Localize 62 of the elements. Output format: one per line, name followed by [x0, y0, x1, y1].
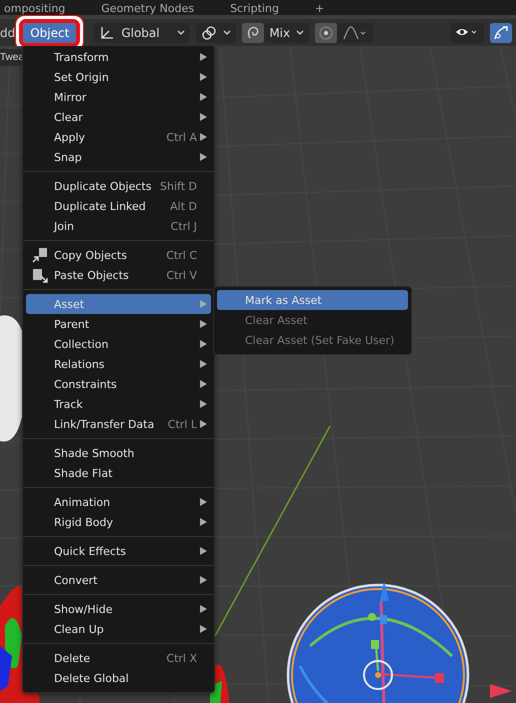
falloff-curve-dropdown[interactable] [337, 22, 374, 42]
workspace-tab[interactable]: ompositing [0, 2, 70, 15]
menu-item[interactable]: Show/Hide [26, 599, 211, 619]
chevron-icon [296, 30, 304, 36]
orientation-dropdown[interactable]: Global [94, 22, 190, 42]
add-menu[interactable]: dd [0, 26, 18, 40]
menu-item[interactable]: Convert [26, 570, 211, 590]
pivot-dropdown[interactable]: Mix [264, 22, 310, 42]
menu-item[interactable]: Shade Smooth [26, 443, 211, 463]
menu-item[interactable]: Constraints [26, 374, 211, 394]
menu-item[interactable]: Collection [26, 334, 211, 354]
menu-item[interactable]: Parent [26, 314, 211, 334]
snap-dropdown[interactable] [196, 22, 236, 42]
link-icon [201, 24, 218, 40]
shortcut-label: Ctrl X [166, 652, 197, 664]
menu-item[interactable]: Track [26, 394, 211, 414]
menu-item[interactable]: Shade Flat [26, 463, 211, 483]
shortcut-label: Ctrl A [166, 130, 197, 144]
shortcut-label: Shift D [160, 180, 197, 192]
menu-item[interactable]: Apply Ctrl A [26, 127, 211, 147]
menu-item[interactable]: Paste Objects Ctrl V [26, 265, 211, 285]
gizmo-toggle[interactable] [490, 22, 512, 42]
chevron-icon [177, 30, 186, 36]
workspace-tab[interactable]: Geometry Nodes [97, 2, 198, 15]
curve-icon [343, 26, 368, 40]
gizmo-icon [493, 24, 509, 40]
menu-item[interactable]: Rigid Body [26, 512, 211, 532]
menu-item[interactable]: Set Origin [26, 67, 211, 87]
copy-icon [32, 247, 48, 263]
shortcut-label: Alt D [170, 200, 197, 212]
workspace-tab[interactable]: + [311, 2, 328, 15]
menu-item[interactable]: Duplicate Linked Alt D [26, 196, 211, 216]
menu-item[interactable]: Link/Transfer Data Ctrl L [26, 414, 211, 434]
menu-item[interactable]: Relations [26, 354, 211, 374]
object-menu[interactable]: Object [23, 22, 76, 42]
menu-item[interactable]: Copy Objects Ctrl C [26, 245, 211, 265]
menu-item[interactable]: Asset [26, 294, 211, 314]
axes-icon [99, 24, 116, 40]
selectability-dropdown[interactable] [450, 22, 484, 42]
proportional-edit-button[interactable] [242, 22, 264, 42]
menu-item[interactable]: Delete Ctrl X [26, 648, 211, 668]
menu-item[interactable]: Clear [26, 107, 211, 127]
menu-item[interactable]: Mark as Asset [217, 290, 408, 310]
workspace-tab[interactable]: Scripting [226, 2, 283, 15]
shortcut-label: Ctrl J [170, 220, 197, 232]
menu-item[interactable]: Join Ctrl J [26, 216, 211, 236]
menu-item[interactable]: Snap [26, 147, 211, 167]
menu-item[interactable]: Mirror [26, 87, 211, 107]
spiral-icon [246, 26, 260, 40]
shortcut-label: Ctrl V [166, 268, 197, 282]
shortcut-label: Ctrl C [166, 248, 197, 262]
menu-item[interactable]: Quick Effects [26, 541, 211, 561]
menu-item[interactable]: Delete Global [26, 668, 211, 688]
chevron-icon [223, 30, 232, 36]
menu-item[interactable]: Clean Up [26, 619, 211, 639]
dot-circle-icon [319, 26, 334, 40]
falloff-toggle[interactable] [315, 22, 338, 42]
menu-item[interactable]: Duplicate Objects Shift D [26, 176, 211, 196]
shortcut-label: Ctrl L [168, 418, 197, 430]
menu-item[interactable]: Transform [26, 47, 211, 67]
paste-icon [32, 267, 48, 283]
menu-item[interactable]: Animation [26, 492, 211, 512]
